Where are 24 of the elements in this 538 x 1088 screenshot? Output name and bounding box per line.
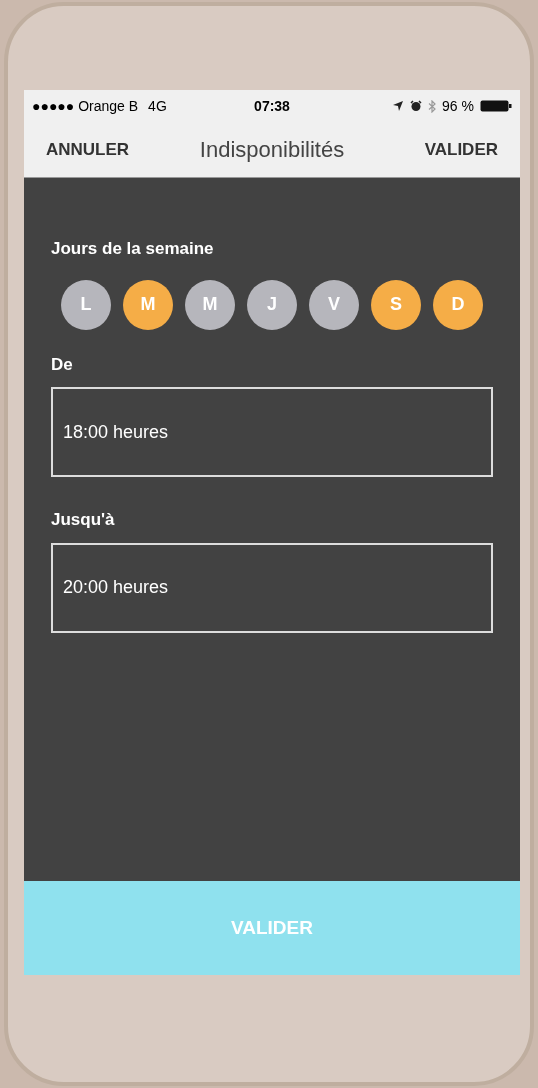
cancel-button[interactable]: ANNULER	[46, 136, 156, 163]
screen-title: Indisponibilités	[199, 136, 345, 164]
weekday-toggle[interactable]: M	[123, 279, 173, 330]
weekday-toggle[interactable]: L	[61, 279, 111, 330]
battery-text: 96 %	[442, 96, 474, 116]
weekday-toggle[interactable]: M	[185, 279, 235, 330]
weekday-toggle[interactable]: S	[371, 279, 421, 330]
alarm-clock-icon	[410, 100, 423, 112]
weekday-toggle[interactable]: V	[309, 279, 359, 330]
confirm-button[interactable]: VALIDER	[388, 136, 498, 163]
section-label: Jours de la semaine	[51, 238, 215, 260]
field-label: De	[51, 353, 74, 376]
weekday-toggle[interactable]: J	[247, 279, 297, 330]
battery-icon	[480, 100, 512, 112]
start-time-field[interactable]: 18:00 heures	[51, 387, 493, 477]
weekday-toggle[interactable]: D	[433, 279, 483, 330]
end-time-field[interactable]: 20:00 heures	[51, 542, 493, 633]
clock-text: 07:38	[254, 96, 290, 116]
location-arrow-icon	[392, 100, 405, 112]
submit-button[interactable]: VALIDER	[24, 881, 520, 975]
carrier-text: ●●●●● Orange B	[32, 96, 139, 116]
bluetooth-icon	[428, 99, 437, 113]
network-text: 4G	[148, 96, 167, 116]
field-label: Jusqu'à	[51, 509, 116, 531]
